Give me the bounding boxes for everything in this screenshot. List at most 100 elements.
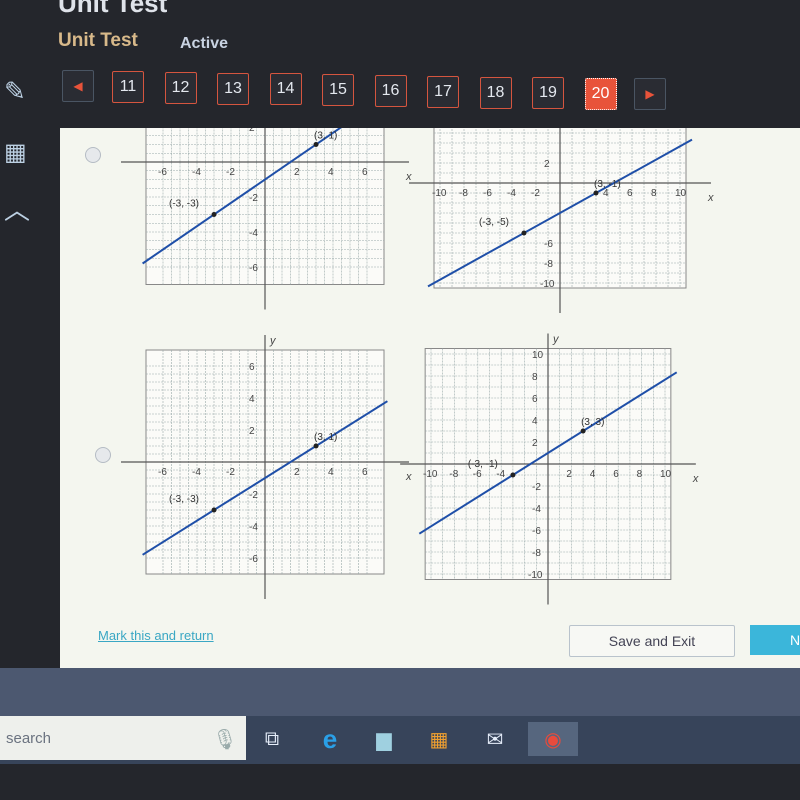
y-tick-label: 8 — [532, 372, 538, 383]
x-tick-label: 8 — [637, 469, 643, 480]
task-view-icon[interactable]: ⧉ — [255, 722, 289, 756]
question-11-button[interactable]: 11 — [112, 71, 144, 103]
graph-point — [510, 472, 516, 478]
y-tick-label: -4 — [249, 522, 258, 533]
graph-point — [521, 230, 527, 236]
file-explorer-icon[interactable]: ▆ — [367, 722, 401, 756]
x-tick-label: -8 — [449, 469, 458, 480]
graph-point — [211, 507, 217, 513]
y-tick-label: -6 — [249, 263, 258, 274]
point-label: (-3, -3) — [169, 494, 199, 505]
point-label: (3, -1) — [594, 179, 621, 190]
graph-point — [593, 190, 599, 196]
y-tick-label: -6 — [544, 239, 553, 250]
x-axis-label: x — [405, 471, 412, 483]
mail-icon[interactable]: ✉ — [478, 722, 512, 756]
x-tick-label: -6 — [473, 469, 482, 480]
y-tick-label: 2 — [249, 426, 255, 437]
y-tick-label: -8 — [532, 548, 541, 559]
x-tick-label: -2 — [226, 467, 235, 478]
x-tick-label: 4 — [590, 469, 596, 480]
calculator-icon[interactable]: ▦ — [4, 138, 27, 167]
y-tick-label: -10 — [528, 570, 543, 581]
collapse-icon[interactable]: ︿ — [4, 190, 30, 227]
desktop-band — [0, 668, 800, 716]
point-label: (-3, -3) — [169, 199, 199, 210]
x-axis-label: x — [405, 171, 412, 183]
status-label: Active — [180, 35, 229, 52]
y-tick-label: 2 — [532, 438, 538, 449]
y-tick-label: 2 — [249, 128, 255, 134]
point-label: (-3, -5) — [479, 217, 509, 228]
y-tick-label: -2 — [249, 193, 258, 204]
x-tick-label: 6 — [362, 167, 368, 178]
question-19-button[interactable]: 19 — [532, 77, 564, 110]
point-label: (-3, -1) — [468, 459, 498, 470]
x-tick-label: 10 — [660, 469, 672, 480]
question-20-button[interactable]: 20 — [584, 78, 617, 111]
y-axis-label: y — [269, 335, 277, 347]
answer-graphs: x y -6 -4 -2 2 4 6 2 -2 -4 -6 (3, 1) (-3, -3) x y -10 -8 -… — [121, 128, 714, 605]
question-12-button[interactable]: 12 — [164, 71, 197, 104]
test-name: Unit Test — [58, 30, 138, 51]
y-tick-label: -10 — [540, 279, 555, 290]
question-15-button[interactable]: 15 — [322, 74, 354, 107]
y-tick-label: -4 — [532, 504, 541, 515]
y-tick-label: -6 — [532, 526, 541, 537]
chrome-icon[interactable]: ◉ — [528, 722, 578, 756]
store-icon[interactable]: ▦ — [422, 722, 456, 756]
edge-icon[interactable]: e — [313, 722, 347, 756]
x-tick-label: -4 — [507, 188, 516, 199]
graph-point — [580, 428, 586, 434]
graph-point — [313, 142, 319, 147]
y-tick-label: -6 — [249, 554, 258, 565]
point-label: (3, 1) — [314, 432, 337, 443]
x-tick-label: 10 — [675, 188, 687, 199]
question-16-button[interactable]: 16 — [374, 75, 407, 107]
y-tick-label: 4 — [249, 394, 255, 405]
next-question-button[interactable]: ▶ — [634, 78, 666, 110]
y-tick-label: -2 — [532, 482, 541, 493]
y-tick-label: -2 — [249, 490, 258, 501]
y-axis-label: y — [552, 334, 560, 346]
y-tick-label: 10 — [532, 350, 544, 361]
x-tick-label: -2 — [531, 188, 540, 199]
x-tick-label: 6 — [613, 469, 619, 480]
graph-point — [211, 212, 217, 217]
x-tick-label: -4 — [496, 469, 505, 480]
x-tick-label: -2 — [226, 167, 235, 178]
window-title: Unit Test — [58, 0, 168, 18]
x-tick-label: 6 — [362, 467, 368, 478]
y-tick-label: -8 — [544, 259, 553, 270]
graph-point — [313, 443, 319, 449]
x-tick-label: -6 — [158, 167, 167, 178]
microphone-icon[interactable]: 🎙 — [208, 722, 242, 756]
y-tick-label: 6 — [249, 362, 255, 373]
x-tick-label: 6 — [627, 188, 633, 199]
x-axis-label: x — [707, 192, 714, 204]
x-tick-label: -4 — [192, 467, 201, 478]
question-18-button[interactable]: 18 — [479, 76, 512, 109]
x-tick-label: 4 — [328, 467, 334, 478]
question-17-button[interactable]: 17 — [427, 75, 459, 108]
x-tick-label: -6 — [158, 467, 167, 478]
y-tick-label: -4 — [249, 228, 258, 239]
pencil-icon[interactable]: ✎ — [4, 76, 26, 107]
x-tick-label: 2 — [294, 467, 300, 478]
x-tick-label: -8 — [459, 188, 468, 199]
y-tick-label: 6 — [532, 394, 538, 405]
question-14-button[interactable]: 14 — [269, 73, 302, 106]
prev-question-button[interactable]: ◀ — [62, 70, 94, 102]
next-button[interactable]: N — [750, 625, 800, 655]
point-label: (3, 3) — [581, 417, 604, 428]
x-tick-label: 2 — [566, 469, 572, 480]
mark-and-return-link[interactable]: Mark this and return — [98, 628, 214, 643]
question-13-button[interactable]: 13 — [217, 72, 249, 105]
x-tick-label: -6 — [483, 188, 492, 199]
x-tick-label: 8 — [651, 188, 657, 199]
save-and-exit-button[interactable]: Save and Exit — [569, 625, 735, 657]
x-axis-label: x — [692, 473, 699, 485]
point-label: (3, 1) — [314, 131, 337, 142]
x-tick-label: -10 — [432, 188, 447, 199]
y-tick-label: 2 — [544, 159, 550, 170]
